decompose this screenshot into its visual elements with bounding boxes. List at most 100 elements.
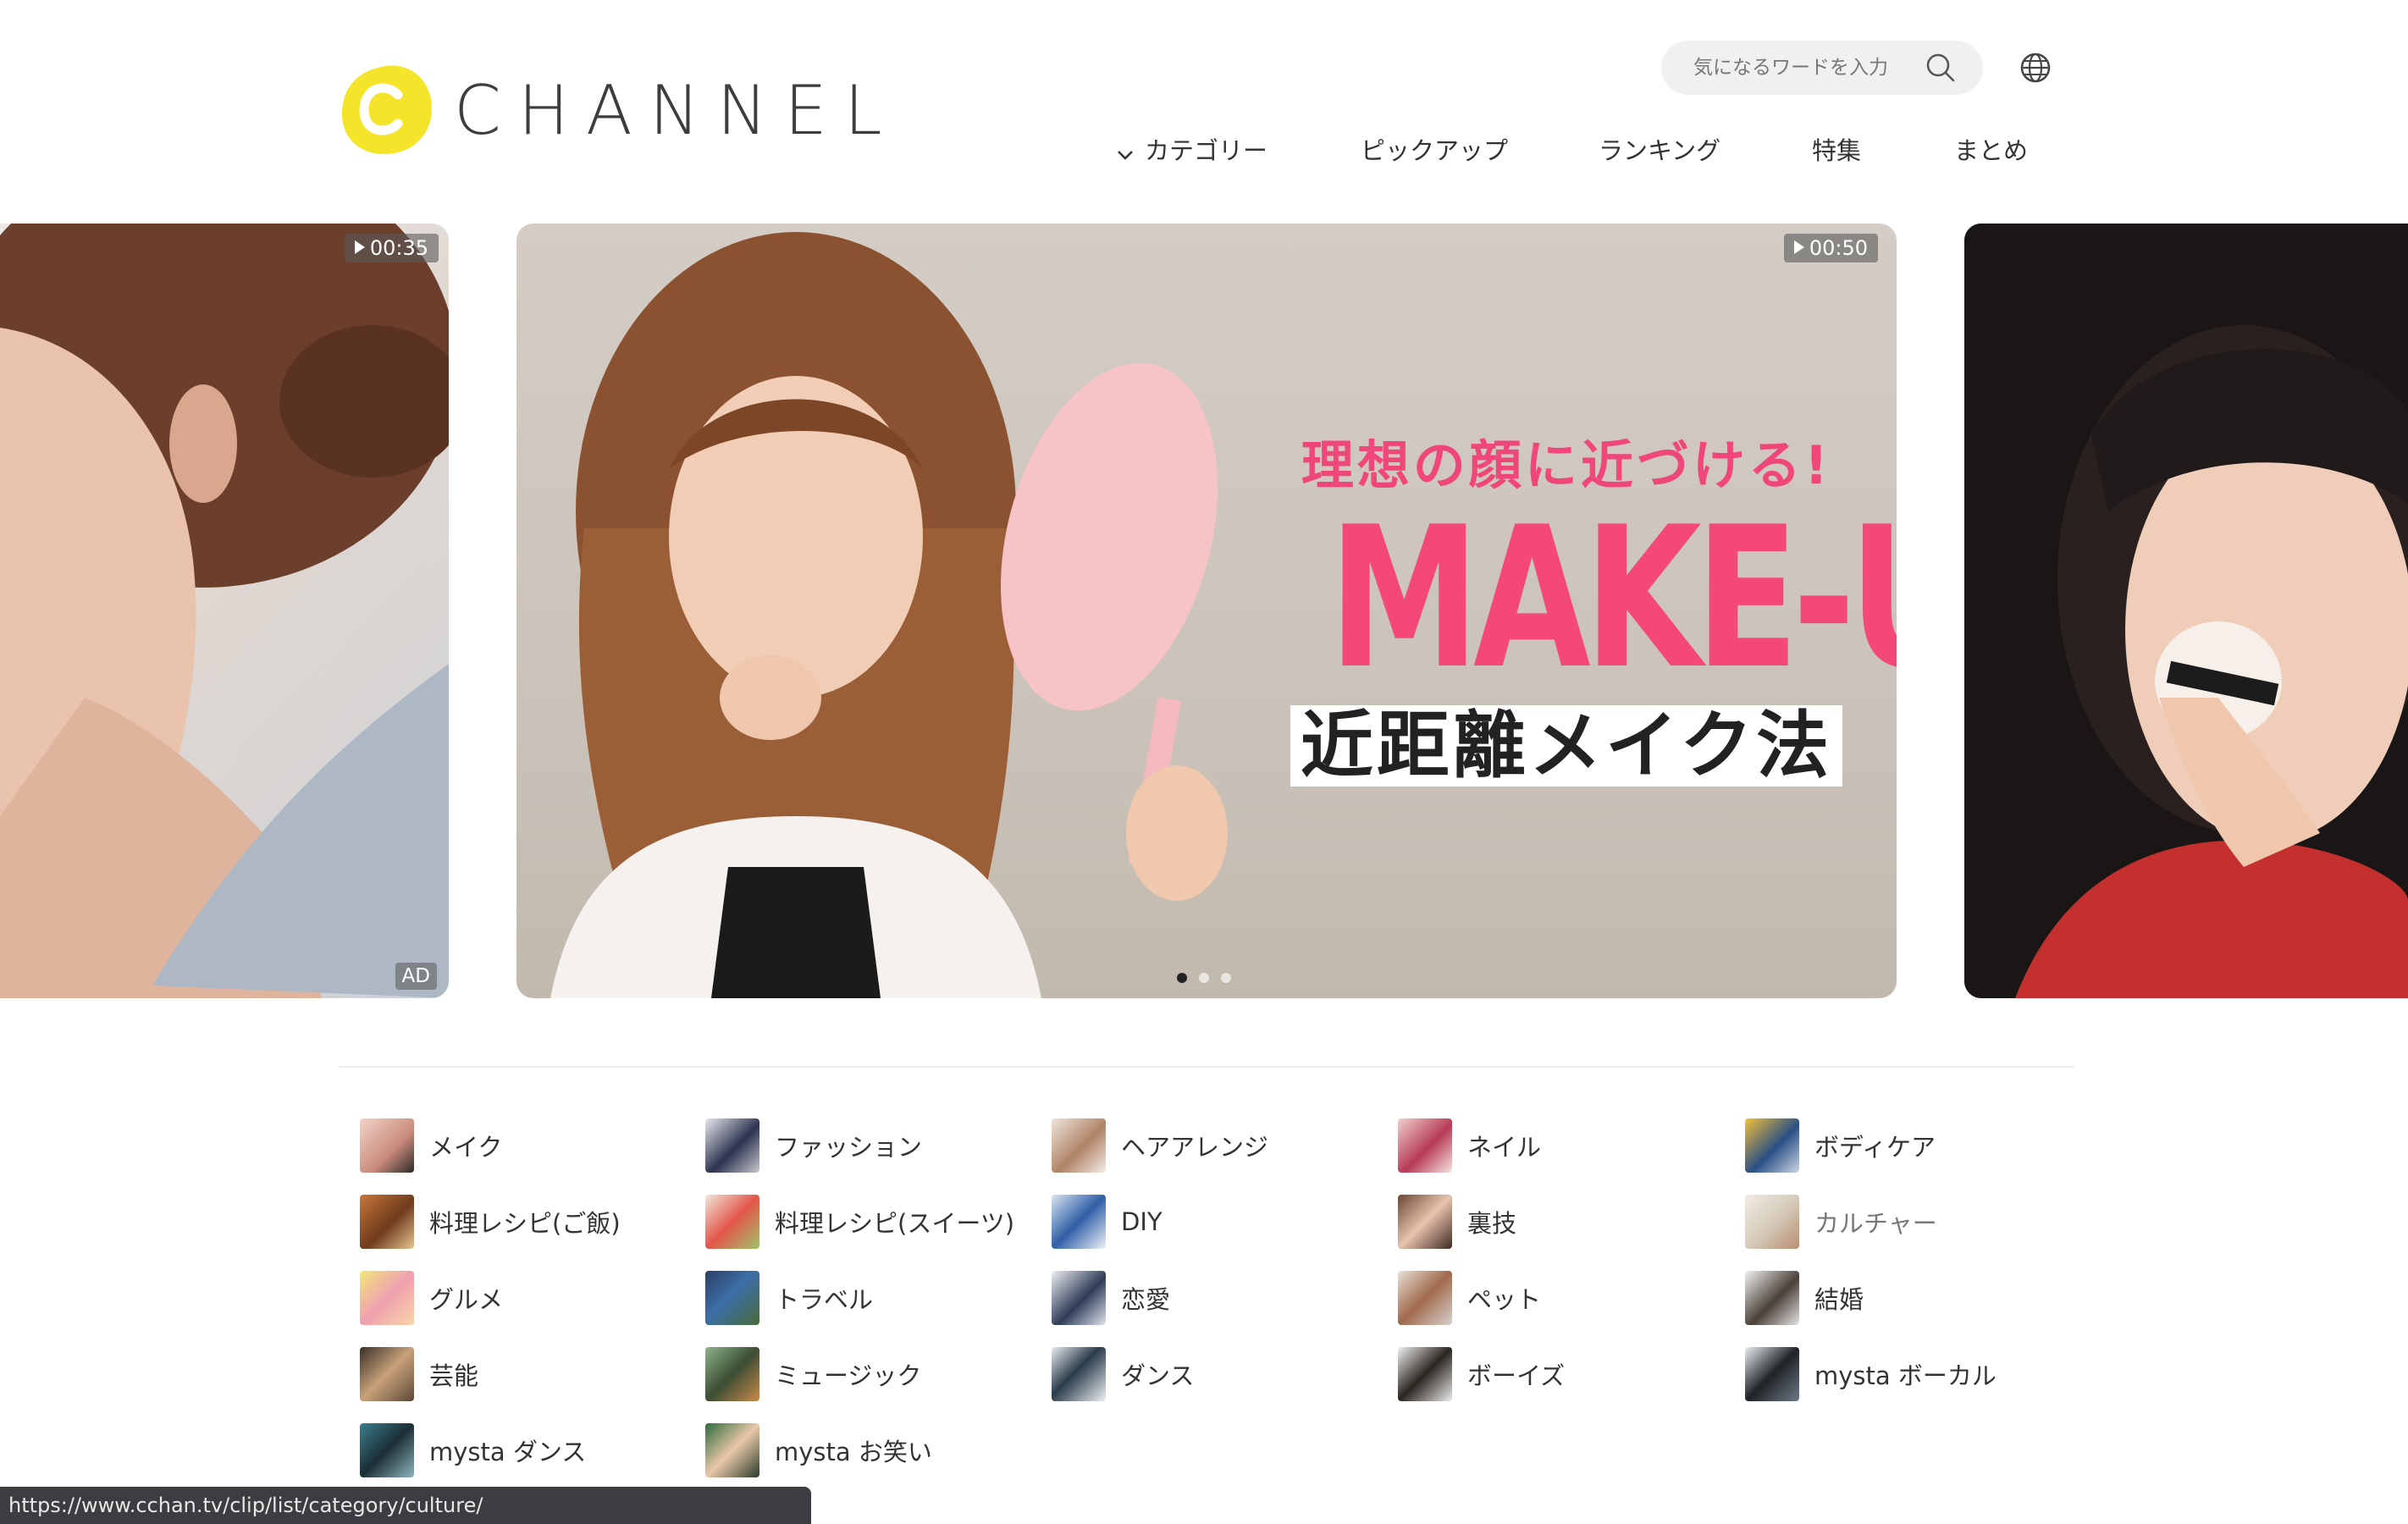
category-label: mysta お笑い xyxy=(775,1438,932,1466)
category-item-hair[interactable]: ヘアアレンジ xyxy=(1052,1118,1268,1173)
category-label: 恋愛 xyxy=(1121,1285,1171,1314)
category-item-nail[interactable]: ネイル xyxy=(1398,1118,1541,1173)
gourmet-thumb xyxy=(360,1271,414,1325)
nav-category[interactable]: カテゴリー xyxy=(1116,131,1268,167)
carousel-dot[interactable] xyxy=(1221,973,1231,983)
category-item-wedding[interactable]: 結婚 xyxy=(1745,1270,1864,1326)
music-thumb xyxy=(705,1347,759,1401)
category-label: mysta ダンス xyxy=(429,1438,587,1466)
mysta-comedy-thumb xyxy=(705,1423,759,1477)
carousel-slide-main[interactable]: 理想の顔に近づける! MAKE-UP 近距離メイク法 00:50 xyxy=(516,224,1897,998)
recipe-meal-thumb xyxy=(360,1195,414,1249)
nail-thumb xyxy=(1398,1118,1452,1173)
video-duration: 00:35 xyxy=(344,234,439,262)
recipe-sweets-thumb xyxy=(705,1195,759,1249)
nav-matome[interactable]: まとめ xyxy=(1954,131,2028,167)
search-box[interactable] xyxy=(1661,41,1983,95)
carousel-slide-prev[interactable]: 00:35 AD xyxy=(0,224,449,998)
carousel-dot[interactable] xyxy=(1199,973,1209,983)
category-label: 芸能 xyxy=(429,1361,479,1390)
logo-wordmark: CHANNEL xyxy=(454,70,899,150)
category-label: 結婚 xyxy=(1814,1285,1864,1314)
category-item-mysta-comedy[interactable]: mysta お笑い xyxy=(705,1422,932,1478)
bodycare-thumb xyxy=(1745,1118,1799,1173)
nav-pickup[interactable]: ピックアップ xyxy=(1361,131,1508,167)
search-input[interactable] xyxy=(1692,56,1924,80)
chevron-down-icon xyxy=(1116,138,1135,167)
status-bar-url: https://www.cchan.tv/clip/list/category/… xyxy=(0,1487,811,1524)
category-label: ファッション xyxy=(775,1133,923,1162)
category-item-tips[interactable]: 裏技 xyxy=(1398,1194,1516,1250)
boys-thumb xyxy=(1398,1347,1452,1401)
pet-thumb xyxy=(1398,1271,1452,1325)
category-item-mysta-vocal[interactable]: mysta ボーカル xyxy=(1745,1346,1997,1402)
category-label: ミュージック xyxy=(775,1361,922,1390)
category-item-travel[interactable]: トラベル xyxy=(705,1270,873,1326)
nav-label: ピックアップ xyxy=(1361,136,1509,165)
category-item-dance[interactable]: ダンス xyxy=(1052,1346,1194,1402)
tips-thumb xyxy=(1398,1195,1452,1249)
travel-thumb xyxy=(705,1271,759,1325)
mysta-vocal-thumb xyxy=(1745,1347,1799,1401)
category-label: ペット xyxy=(1467,1285,1542,1314)
category-label: グルメ xyxy=(429,1285,504,1314)
category-label: DIY xyxy=(1121,1207,1163,1236)
wedding-thumb xyxy=(1745,1271,1799,1325)
category-label: カルチャー xyxy=(1814,1209,1937,1238)
category-label: ネイル xyxy=(1467,1133,1542,1162)
category-label: ボディケア xyxy=(1814,1133,1936,1162)
carousel-dots xyxy=(1177,973,1231,983)
nav-ranking[interactable]: ランキング xyxy=(1599,131,1720,167)
ad-badge: AD xyxy=(395,963,437,990)
play-icon xyxy=(354,240,365,254)
category-item-boys[interactable]: ボーイズ xyxy=(1398,1346,1565,1402)
globe-icon[interactable] xyxy=(2019,51,2052,85)
category-item-recipe-sweets[interactable]: 料理レシピ(スイーツ) xyxy=(705,1194,1014,1250)
slide-title: MAKE-UP xyxy=(1328,486,1897,712)
slide-caption: 近距離メイク法 xyxy=(1290,705,1843,787)
category-label: ヘアアレンジ xyxy=(1121,1133,1269,1162)
category-item-bodycare[interactable]: ボディケア xyxy=(1745,1118,1936,1173)
entertainment-thumb xyxy=(360,1347,414,1401)
nav-label: まとめ xyxy=(1954,136,2029,165)
nav-label: ランキング xyxy=(1599,136,1721,165)
nav-label: 特集 xyxy=(1812,136,1862,165)
category-label: mysta ボーカル xyxy=(1814,1361,1997,1390)
category-label: ダンス xyxy=(1121,1361,1195,1390)
search-icon[interactable] xyxy=(1924,51,1958,88)
category-item-love[interactable]: 恋愛 xyxy=(1052,1270,1170,1326)
carousel-dot[interactable] xyxy=(1177,973,1187,983)
category-item-pet[interactable]: ペット xyxy=(1398,1270,1541,1326)
play-icon xyxy=(1793,240,1804,254)
carousel-slide-next[interactable] xyxy=(1964,224,2408,998)
dance-thumb xyxy=(1052,1347,1106,1401)
category-item-mysta-dance[interactable]: mysta ダンス xyxy=(360,1422,586,1478)
category-label: 料理レシピ(スイーツ) xyxy=(775,1209,1015,1238)
slide-headline: 理想の顔に近づける! MAKE-UP 近距離メイク法 xyxy=(1262,422,1897,787)
mysta-dance-thumb xyxy=(360,1423,414,1477)
culture-thumb xyxy=(1745,1195,1799,1249)
category-item-diy[interactable]: DIY xyxy=(1052,1194,1163,1250)
love-thumb xyxy=(1052,1271,1106,1325)
makeup-thumb xyxy=(360,1118,414,1173)
category-item-culture[interactable]: カルチャー xyxy=(1745,1194,1937,1250)
c-logo-icon xyxy=(339,63,434,157)
category-label: 料理レシピ(ご飯) xyxy=(429,1209,621,1238)
category-item-gourmet[interactable]: グルメ xyxy=(360,1270,503,1326)
category-label: ボーイズ xyxy=(1467,1361,1566,1390)
category-label: トラベル xyxy=(775,1285,874,1314)
fashion-thumb xyxy=(705,1118,759,1173)
category-label: 裏技 xyxy=(1467,1209,1517,1238)
site-logo[interactable]: CHANNEL xyxy=(339,59,882,161)
hair-thumb xyxy=(1052,1118,1106,1173)
category-item-makeup[interactable]: メイク xyxy=(360,1118,502,1173)
category-item-fashion[interactable]: ファッション xyxy=(705,1118,922,1173)
category-item-music[interactable]: ミュージック xyxy=(705,1346,921,1402)
category-item-recipe-meal[interactable]: 料理レシピ(ご飯) xyxy=(360,1194,621,1250)
section-divider xyxy=(339,1066,2074,1068)
nav-feature[interactable]: 特集 xyxy=(1812,131,1861,167)
diy-thumb xyxy=(1052,1195,1106,1249)
category-label: メイク xyxy=(429,1133,503,1162)
category-item-entertainment[interactable]: 芸能 xyxy=(360,1346,478,1402)
video-duration: 00:50 xyxy=(1783,234,1878,262)
